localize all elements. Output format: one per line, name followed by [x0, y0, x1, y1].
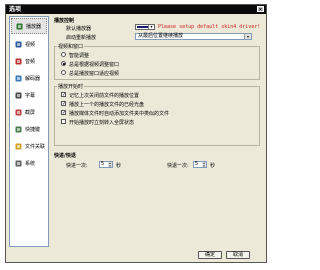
start-option-label: 播放媒体文件时自动添加文件夹中类似的文件 — [69, 111, 170, 117]
back-label: 快退一次: — [167, 163, 189, 169]
default-bg-label: 默认播放器 — [66, 26, 92, 32]
spin-down-icon[interactable]: ▾ — [202, 164, 206, 167]
sidebar-item[interactable]: 播放器 — [11, 18, 47, 34]
sidebar-item-label: 音频 — [25, 58, 36, 65]
window-option-radio[interactable] — [61, 52, 66, 57]
sidebar-item[interactable]: 文件关联 — [11, 139, 47, 153]
window-title: 选项 — [9, 6, 22, 13]
forward-value: 5 — [101, 161, 105, 167]
title-bar: 选项 × — [6, 5, 266, 14]
seek-section-title: 快进/快退 — [54, 153, 76, 159]
sidebar-item-label: 播放器 — [26, 23, 42, 30]
start-option-checkbox[interactable] — [61, 119, 66, 124]
sidebar-item-label: 截屏 — [25, 109, 36, 116]
start-option-label: 播放上一个的播放文件的已经光盘 — [69, 102, 145, 108]
window-option-radio[interactable] — [61, 70, 66, 75]
sidebar-item-label: 系统 — [25, 160, 36, 167]
chevron-down-icon: ▾ — [244, 34, 251, 39]
auto-resume-label: 启动重新播放 — [66, 35, 97, 41]
spin-down-icon[interactable]: ▾ — [108, 164, 112, 167]
audio-icon — [14, 57, 22, 65]
sidebar-item-label: 视频 — [25, 41, 36, 48]
start-option-checkbox[interactable]: ✓ — [61, 92, 66, 98]
window-group-label: 视频和窗口 — [57, 43, 85, 50]
screenshot-icon — [14, 108, 22, 116]
sidebar-item-label: 快捷键 — [25, 126, 41, 133]
sidebar-item-label: 文件关联 — [25, 143, 46, 150]
keyboard-icon — [14, 125, 22, 133]
start-group: 播放开始时 ✓ 记忆上次关闭前文件的播放位置 ✓ 播放上一个的播放文件的已经光盘 ✓ 播放… — [54, 83, 260, 146]
sidebar-item[interactable]: 字幕 — [11, 88, 47, 102]
sidebar-item[interactable]: 截屏 — [11, 105, 47, 119]
bg-color-swatch — [137, 26, 148, 28]
sidebar-item-label: 字幕 — [25, 92, 36, 99]
start-option-checkbox[interactable]: ✓ — [61, 101, 66, 107]
close-button[interactable]: × — [257, 6, 264, 13]
category-sidebar: 播放器视频音频解码器字幕截屏快捷键文件关联系统 — [9, 16, 49, 247]
cancel-button[interactable]: 取消 — [226, 251, 250, 259]
window-option-label: 总是播放窗口适应视频 — [69, 71, 120, 77]
ok-button[interactable]: 确定 — [198, 251, 222, 259]
chevron-down-icon: ▾ — [148, 25, 154, 29]
back-unit: 秒 — [210, 163, 216, 169]
system-icon — [14, 159, 22, 167]
sidebar-item[interactable]: 视频 — [11, 37, 47, 51]
forward-unit: 秒 — [116, 163, 122, 169]
bg-color-picker[interactable]: ▾ — [135, 24, 155, 30]
playback-section-title: 播放控制 — [54, 18, 75, 24]
sidebar-item[interactable]: 音频 — [11, 54, 47, 68]
auto-resume-value: 从最后位置继续播放 — [138, 33, 184, 39]
window-option-radio[interactable] — [61, 61, 66, 66]
driver-warning: Please setup default skin4 driver! — [158, 24, 261, 30]
settings-panel: 播放控制 默认播放器 ▾ Please setup default skin4 … — [52, 16, 264, 248]
forward-label: 快进一次: — [66, 163, 88, 169]
video-icon — [14, 40, 22, 48]
back-stepper[interactable]: 5 ▴ ▾ — [193, 161, 207, 168]
sidebar-item[interactable]: 系统 — [11, 156, 47, 170]
player-icon — [15, 22, 23, 30]
sidebar-item[interactable]: 解码器 — [11, 71, 47, 85]
back-value: 5 — [195, 161, 199, 167]
forward-stepper[interactable]: 5 ▴ ▾ — [99, 161, 113, 168]
window-group: 视频和窗口 智能调整总是根据视频调整窗口 总是播放窗口适应视频 — [54, 43, 260, 80]
window-option-label: 智能调整 — [69, 53, 90, 59]
window-option-label: 总是根据视频调整窗口 — [69, 62, 120, 68]
start-option-checkbox[interactable]: ✓ — [61, 110, 66, 116]
start-option-label: 开始播放时立刻转入全屏状态 — [69, 120, 135, 126]
decoder-icon — [14, 74, 22, 82]
start-option-label: 记忆上次关闭前文件的播放位置 — [69, 93, 140, 99]
start-group-label: 播放开始时 — [57, 83, 85, 90]
subtitle-icon — [14, 91, 22, 99]
options-dialog: 选项 × 播放器视频音频解码器字幕截屏快捷键文件关联系统 播放控制 默认播放器 … — [5, 4, 267, 263]
file-assoc-icon — [14, 142, 22, 150]
auto-resume-select[interactable]: 从最后位置继续播放 ▾ — [135, 33, 252, 40]
sidebar-item-label: 解码器 — [25, 75, 41, 82]
sidebar-item[interactable]: 快捷键 — [11, 122, 47, 136]
